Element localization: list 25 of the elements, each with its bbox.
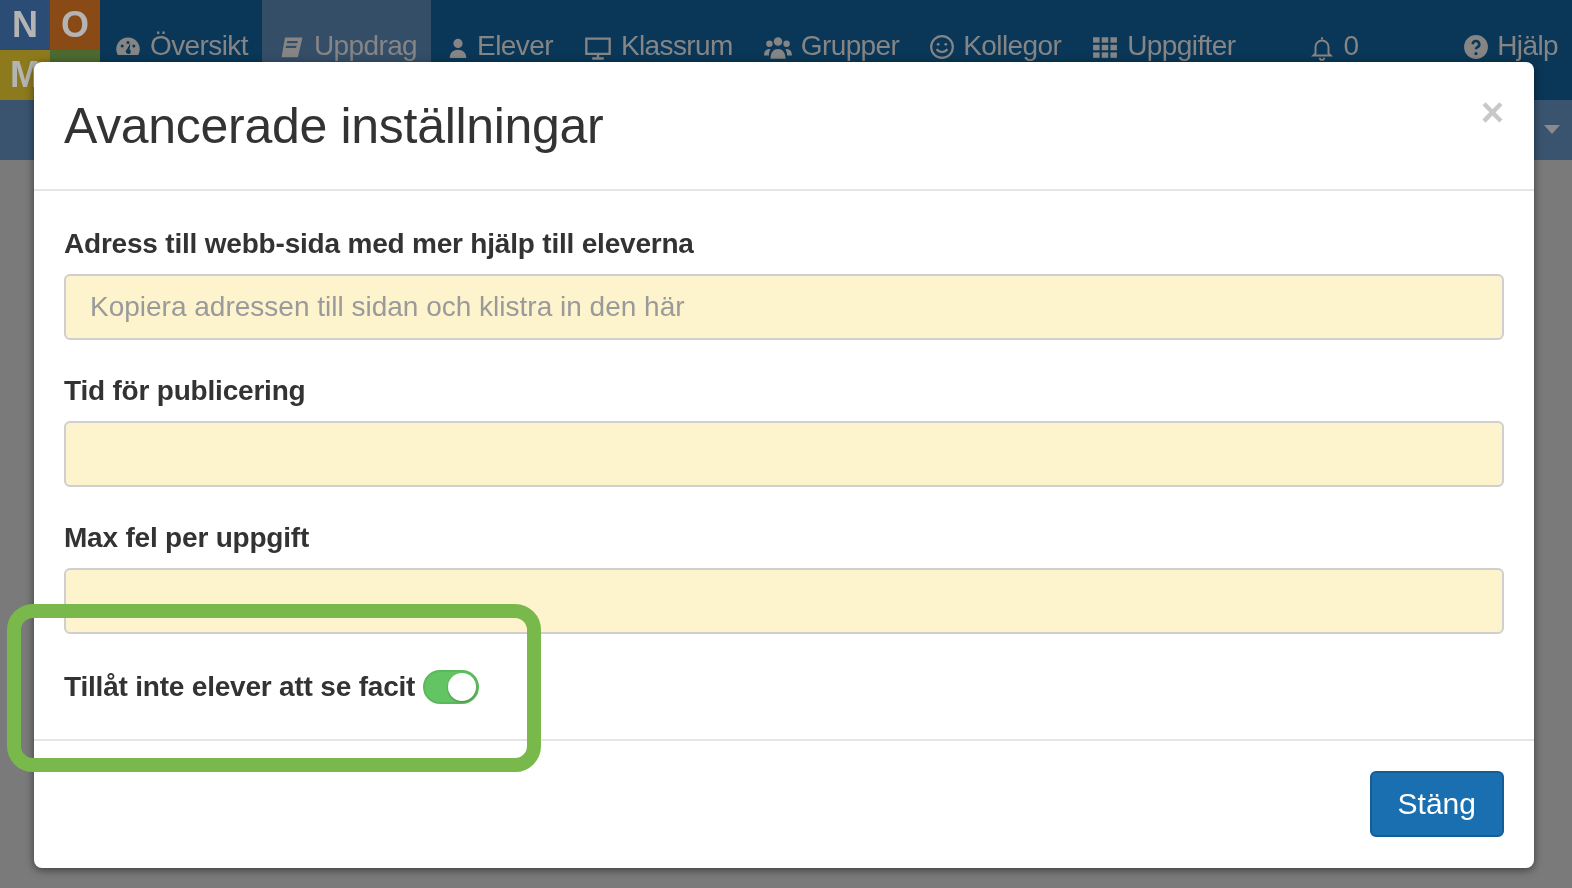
field-label: Max fel per uppgift [64, 523, 311, 553]
field-label: Adress till webb-sida med mer hjälp till eleverna [64, 229, 695, 259]
logo-letter: O [50, 0, 100, 50]
nav-tab[interactable]: Klassrum [566, 0, 747, 100]
grid-icon [1091, 34, 1120, 60]
nav-tab[interactable]: Uppgifter [1075, 0, 1250, 100]
nav-tab[interactable]: Kollegor [913, 0, 1076, 100]
modal-title: Avancerade inställningar [64, 98, 604, 154]
nav-tab[interactable]: Elever [431, 0, 567, 100]
input-field[interactable] [64, 568, 1504, 634]
people-icon [762, 34, 793, 62]
field-label: Tid för publicering [64, 376, 307, 406]
bell-icon [1309, 34, 1336, 62]
caret-icon [1544, 125, 1560, 135]
nav-tab[interactable]: Översikt [100, 0, 262, 100]
nav-tab[interactable]: 0 [1249, 0, 1373, 100]
toggle-label: Tillåt inte elever att se facit [64, 672, 416, 702]
close-button[interactable]: Stäng [1369, 771, 1504, 837]
smiley-icon [929, 34, 956, 60]
help-icon [1463, 34, 1490, 60]
input-field[interactable] [64, 421, 1504, 487]
logo-letter: N [0, 0, 50, 50]
nav-tab[interactable]: Grupper [746, 0, 914, 100]
input-field[interactable]: Kopiera adressen till sidan och klistra in den här [64, 274, 1504, 340]
toggle-switch[interactable] [423, 670, 480, 704]
